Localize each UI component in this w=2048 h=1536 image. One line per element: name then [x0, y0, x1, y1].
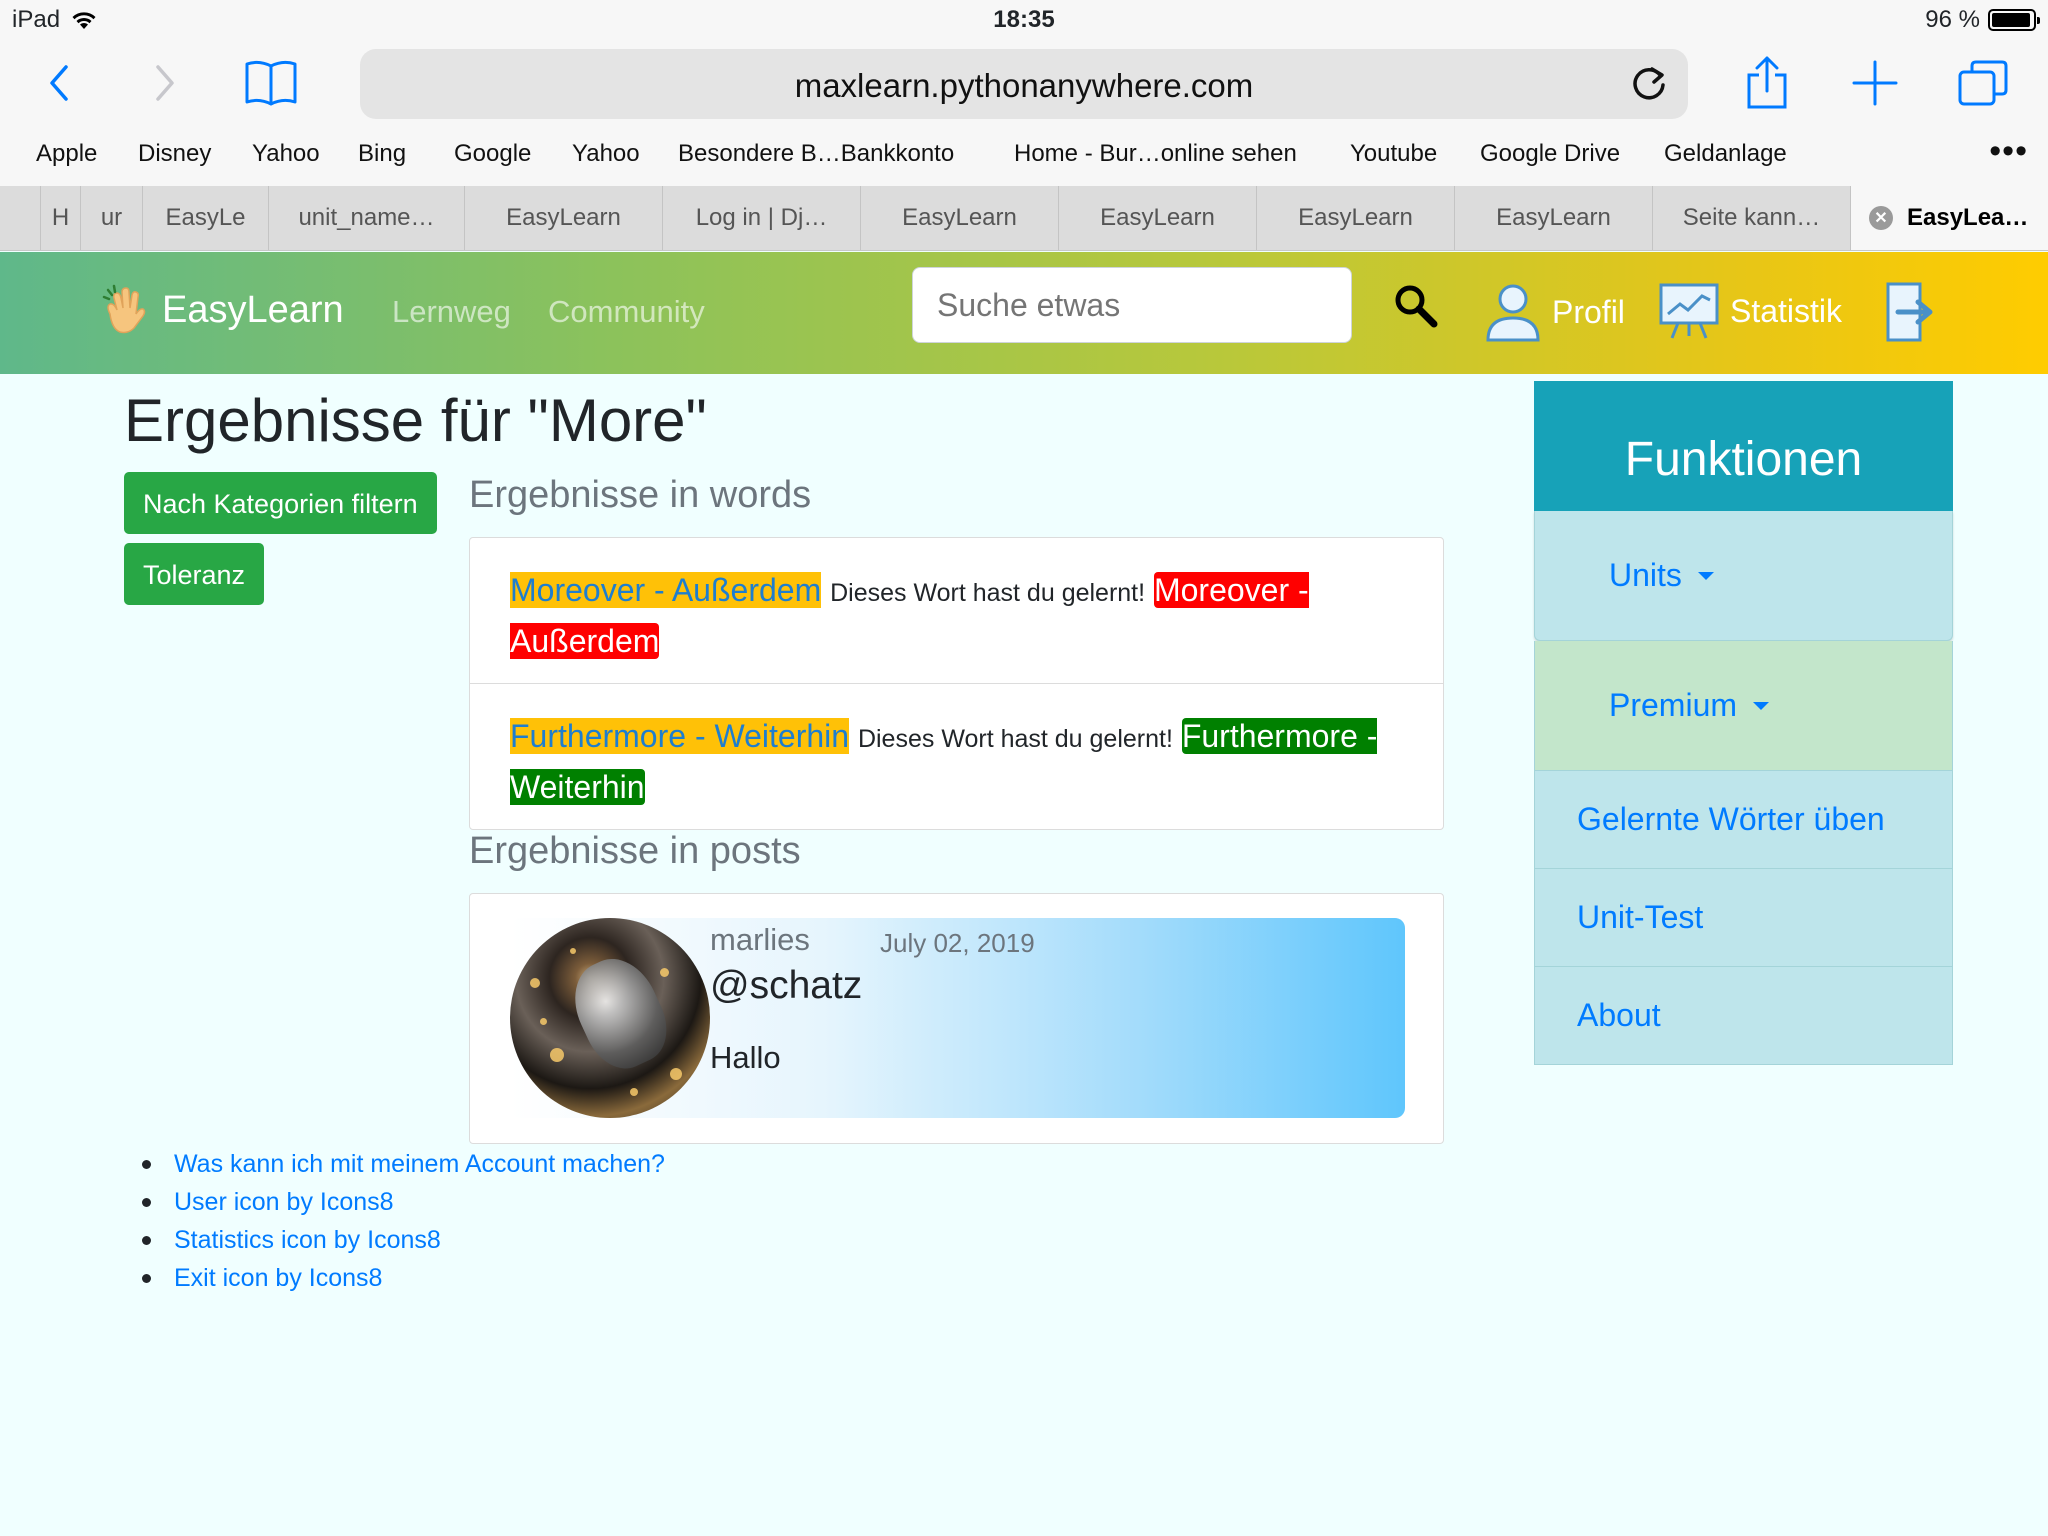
share-icon	[1747, 56, 1787, 109]
active-tab-label: EasyLea…	[1907, 204, 2029, 231]
posts-heading: Ergebnisse in posts	[469, 830, 801, 872]
browser-tab[interactable]: EasyLe	[142, 186, 268, 250]
sidebar-title: Funktionen	[1534, 381, 1953, 511]
favorite-link[interactable]: Bing	[358, 140, 406, 168]
post-results-card: marlies July 02, 2019 @schatz Hallo	[469, 893, 1444, 1144]
word-link[interactable]: Furthermore - Weiterhin	[510, 718, 850, 754]
user-icon	[1486, 284, 1540, 342]
browser-tab[interactable]: EasyLearn	[464, 186, 662, 250]
learned-text: Dieses Wort hast du gelernt!	[830, 579, 1146, 607]
favorite-link[interactable]: Youtube	[1350, 140, 1437, 168]
sidebar-item-about[interactable]: About	[1534, 967, 1953, 1065]
sidebar-item-unit-test[interactable]: Unit-Test	[1534, 869, 1953, 967]
browser-tab[interactable]: EasyLearn	[1058, 186, 1256, 250]
footer-link-exit-icon-credit[interactable]: Exit icon by Icons8	[142, 1259, 665, 1297]
sidebar-item-practice-words[interactable]: Gelernte Wörter üben	[1534, 771, 1953, 869]
waving-hand-icon	[102, 284, 146, 334]
caret-down-icon	[1753, 701, 1770, 710]
favorite-link[interactable]: Geldanlage	[1664, 140, 1787, 168]
reload-icon[interactable]	[1628, 63, 1670, 105]
statistics-icon	[1659, 283, 1719, 339]
footer-link-user-icon-credit[interactable]: User icon by Icons8	[142, 1183, 665, 1221]
brand-link[interactable]: EasyLearn	[100, 284, 344, 336]
favorite-link[interactable]: Google Drive	[1480, 140, 1620, 168]
profile-label: Profil	[1552, 293, 1625, 330]
favorite-link[interactable]: Besondere B…Bankkonto	[678, 140, 954, 168]
url-text: maxlearn.pythonanywhere.com	[794, 67, 1254, 104]
browser-toolbar: maxlearn.pythonanywhere.com	[0, 44, 2048, 126]
footer-link-account[interactable]: Was kann ich mit meinem Account machen?	[142, 1145, 665, 1183]
favorite-link[interactable]: Home - Bur…online sehen	[1014, 140, 1297, 168]
footer-link-statistics-icon-credit[interactable]: Statistics icon by Icons8	[142, 1221, 665, 1259]
caret-down-icon	[1697, 571, 1714, 580]
favorite-link[interactable]: Disney	[138, 140, 211, 168]
exit-icon[interactable]	[1886, 282, 1936, 342]
chevron-right-icon	[156, 65, 174, 101]
post-body: Hallo	[710, 1040, 781, 1075]
favorite-link[interactable]: Yahoo	[252, 140, 320, 168]
learned-text: Dieses Wort hast du gelernt!	[857, 725, 1173, 753]
battery-icon	[1988, 9, 2040, 31]
chevron-left-icon	[50, 65, 68, 101]
footer-links: Was kann ich mit meinem Account machen? …	[142, 1145, 665, 1297]
post-author[interactable]: marlies	[710, 922, 810, 958]
active-browser-tab[interactable]: ✕ EasyLea…	[1850, 186, 2048, 250]
tab-bar: H ur EasyLe unit_name… EasyLearn Log in …	[0, 186, 2048, 251]
favorite-link[interactable]: Yahoo	[572, 140, 640, 168]
profile-link[interactable]: Profil	[1484, 282, 1625, 342]
tolerance-button[interactable]: Toleranz	[124, 543, 265, 605]
nav-link-lernweg[interactable]: Lernweg	[392, 294, 511, 330]
browser-tab[interactable]: Seite kann…	[1652, 186, 1850, 250]
more-favorites-button[interactable]: •••	[1989, 132, 2028, 171]
browser-tab[interactable]: EasyLearn	[860, 186, 1058, 250]
favorites-bar: Apple Disney Yahoo Bing Google Yahoo Bes…	[0, 126, 2048, 186]
tabs-icon	[1958, 60, 2008, 106]
word-result-item: Furthermore - Weiterhin Dieses Wort hast…	[470, 684, 1443, 830]
post-date: July 02, 2019	[880, 928, 1035, 958]
filter-categories-button[interactable]: Nach Kategorien filtern	[124, 472, 437, 534]
search-icon[interactable]	[1392, 282, 1440, 330]
avatar	[510, 918, 710, 1118]
page-title: Ergebnisse für "More"	[124, 387, 707, 454]
plus-icon	[1852, 60, 1898, 106]
functions-sidebar: Funktionen Units Premium Gelernte Wörter…	[1534, 381, 1953, 1065]
battery-percent: 96 %	[1925, 6, 1980, 33]
bookmarks-button[interactable]	[236, 52, 306, 114]
browser-tab[interactable]: EasyLearn	[1454, 186, 1652, 250]
units-dropdown[interactable]: Units	[1534, 511, 1953, 641]
word-results-card: Moreover - Außerdem Dieses Wort hast du …	[469, 537, 1444, 830]
close-tab-icon[interactable]: ✕	[1869, 206, 1893, 230]
brand-name: EasyLearn	[162, 288, 344, 331]
tabs-overview-button[interactable]	[1948, 52, 2018, 114]
browser-tab[interactable]: EasyLearn	[1256, 186, 1454, 250]
status-bar: iPad 18:35 96 %	[0, 0, 2048, 44]
favorite-link[interactable]: Google	[454, 140, 531, 168]
post-item[interactable]: marlies July 02, 2019 @schatz Hallo	[510, 918, 1405, 1118]
share-button[interactable]	[1732, 52, 1802, 114]
browser-tab[interactable]: unit_name…	[268, 186, 464, 250]
search-input[interactable]	[912, 267, 1352, 343]
clock: 18:35	[993, 6, 1055, 33]
book-icon	[245, 60, 297, 106]
address-bar[interactable]: maxlearn.pythonanywhere.com	[360, 49, 1688, 119]
browser-tab[interactable]: ur	[80, 186, 142, 250]
words-heading: Ergebnisse in words	[469, 474, 812, 516]
favorite-link[interactable]: Apple	[36, 140, 97, 168]
browser-tab[interactable]: H	[40, 186, 80, 250]
back-button[interactable]	[24, 52, 94, 114]
forward-button[interactable]	[130, 52, 200, 114]
word-result-item: Moreover - Außerdem Dieses Wort hast du …	[470, 538, 1443, 684]
statistics-link[interactable]: Statistik	[1658, 282, 1842, 340]
statistics-label: Statistik	[1730, 292, 1843, 329]
post-title[interactable]: @schatz	[710, 964, 862, 1008]
site-navbar: EasyLearn Lernweg Community Profil Stati…	[0, 252, 2048, 374]
premium-dropdown[interactable]: Premium	[1534, 641, 1953, 771]
new-tab-button[interactable]	[1840, 52, 1910, 114]
units-label: Units	[1609, 557, 1682, 593]
premium-label: Premium	[1609, 687, 1738, 723]
nav-link-community[interactable]: Community	[548, 294, 705, 330]
browser-tab[interactable]: Log in | Dj…	[662, 186, 860, 250]
word-link[interactable]: Moreover - Außerdem	[510, 572, 822, 608]
